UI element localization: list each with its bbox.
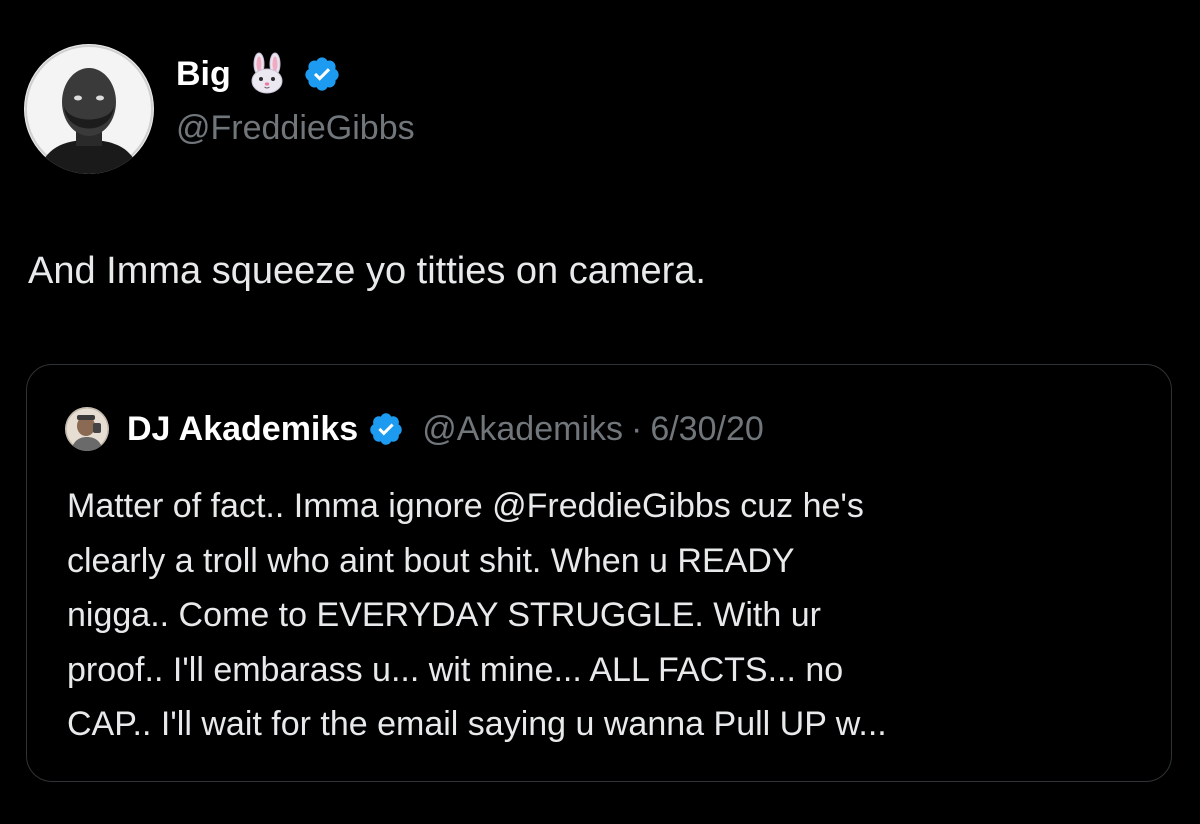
quoted-verified-badge-icon [368, 411, 404, 447]
quoted-author-handle[interactable]: @Akademiks [422, 410, 623, 449]
tweet-text: And Imma squeeze yo titties on camera. [28, 250, 706, 292]
quoted-text-line: nigga.. Come to EVERYDAY STRUGGLE. With … [67, 596, 821, 634]
author-handle[interactable]: @FreddieGibbs [176, 106, 415, 150]
author-name-row: Big [176, 52, 341, 96]
meta-separator: · [631, 409, 643, 448]
quoted-tweet-header: DJ Akademiks @Akademiks · 6/30/20 [65, 407, 764, 451]
quoted-text-line: proof.. I'll embarass u... wit mine... A… [67, 650, 844, 689]
quoted-tweet-text: Matter of fact.. Imma ignore @FreddieGib… [67, 479, 1147, 752]
quoted-text-line: Matter of fact.. Imma ignore @FreddieGib… [67, 487, 864, 525]
quoted-tweet-date[interactable]: 6/30/20 [650, 410, 763, 449]
quoted-tweet-card[interactable]: DJ Akademiks @Akademiks · 6/30/20 Matter… [26, 364, 1172, 782]
author-avatar[interactable] [24, 44, 154, 174]
verified-badge-icon [303, 55, 341, 93]
quoted-author-avatar[interactable] [65, 407, 109, 451]
tweet: Big @FreddieGibbs And Imma squeeze yo ti… [0, 0, 1200, 824]
rabbit-face-icon [245, 52, 289, 96]
author-display-name[interactable]: Big [176, 52, 231, 96]
quoted-text-line: CAP.. I'll wait for the email saying u w… [67, 705, 887, 743]
quoted-author-display-name[interactable]: DJ Akademiks [127, 410, 358, 449]
quoted-text-line: clearly a troll who aint bout shit. When… [67, 541, 795, 580]
